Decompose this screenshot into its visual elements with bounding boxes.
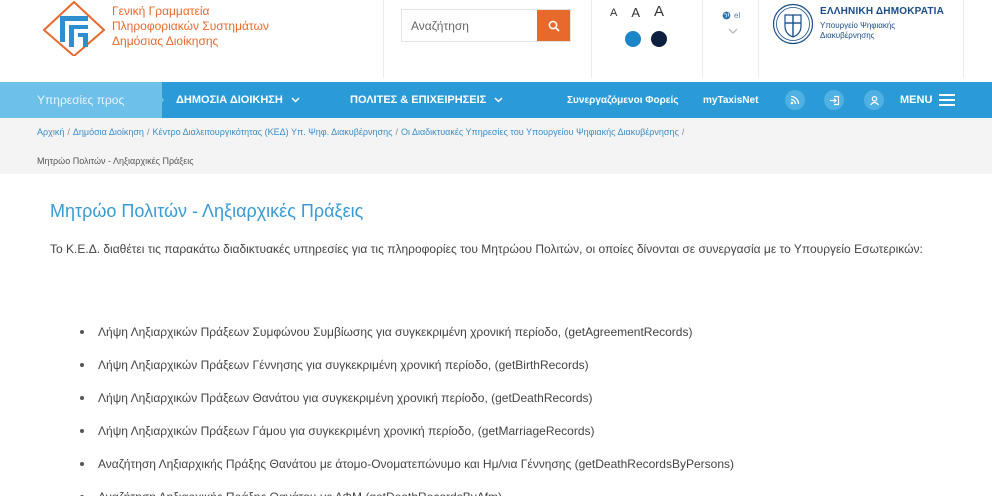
user-button[interactable] [864, 90, 884, 110]
contrast-high-button[interactable] [651, 31, 667, 47]
font-size-medium-button[interactable]: A [631, 6, 640, 19]
user-icon [869, 95, 879, 105]
list-item: Λήψη Ληξιαρχικών Πράξεων Γέννησης για συ… [80, 355, 734, 388]
search-box [401, 9, 571, 42]
gov-subtitle: Υπουργείο Ψηφιακής Διακυβέρνησης [820, 21, 895, 41]
nav-citizens-business[interactable]: ΠΟΛΙΤΕΣ & ΕΠΙΧΕΙΡΗΣΕΙΣ [350, 82, 503, 118]
menu-button[interactable]: MENU [900, 82, 956, 118]
hamburger-icon [939, 94, 956, 106]
gov-subtitle-line2: Διακυβέρνησης [820, 31, 875, 40]
list-item: Λήψη Ληξιαρχικών Πράξεων Θανάτου για συγ… [80, 388, 734, 421]
search-icon [548, 20, 560, 32]
rss-icon [790, 95, 800, 105]
gov-subtitle-line1: Υπουργείο Ψηφιακής [820, 21, 896, 30]
contrast-controls [625, 31, 667, 47]
search-button[interactable] [537, 10, 570, 41]
breadcrumb-ked[interactable]: Κέντρο Διαλειτουργικότητας (ΚΕΔ) Υπ. Ψηφ… [152, 127, 392, 137]
site-header: Γενική Γραμματεία Πληροφοριακών Συστημάτ… [0, 0, 992, 82]
breadcrumb-separator: / [395, 127, 398, 137]
nav-partners[interactable]: Συνεργαζόμενοι Φορείς [567, 82, 679, 118]
service-list: Λήψη Ληξιαρχικών Πράξεων Συμφώνου Συμβίω… [80, 322, 734, 496]
page-title: Μητρώο Πολιτών - Ληξιαρχικές Πράξεις [50, 201, 364, 221]
list-item: Αναζήτηση Ληξιαρχικής Πράξης Θανάτου με … [80, 454, 734, 487]
menu-label: MENU [900, 94, 933, 106]
main-nav: Υπηρεσίες προς ΔΗΜΟΣΙΑ ΔΙΟΙΚΗΣΗ ΠΟΛΙΤΕΣ … [0, 82, 992, 118]
login-button[interactable] [824, 90, 844, 110]
nav-citizens-business-label: ΠΟΛΙΤΕΣ & ΕΠΙΧΕΙΡΗΣΕΙΣ [350, 94, 487, 106]
font-size-controls: A A A [610, 4, 664, 19]
breadcrumb-home[interactable]: Αρχική [37, 127, 64, 137]
font-size-small-button[interactable]: A [610, 8, 617, 19]
language-code: el [734, 11, 741, 20]
breadcrumb-separator: / [146, 127, 150, 137]
org-name[interactable]: Γενική Γραμματεία Πληροφοριακών Συστημάτ… [112, 4, 269, 49]
chevron-down-icon [291, 97, 300, 103]
gspsdd-logo-icon[interactable] [42, 0, 106, 56]
nav-mytaxisnet[interactable]: myTaxisNet [703, 82, 758, 118]
contrast-normal-button[interactable] [625, 31, 641, 47]
chevron-down-icon [494, 97, 503, 103]
rss-button[interactable] [785, 90, 805, 110]
chevron-down-icon[interactable] [728, 28, 738, 34]
search-input[interactable] [402, 10, 539, 41]
org-name-line2: Πληροφοριακών Συστημάτων [112, 19, 269, 33]
greek-republic-emblem-icon[interactable] [772, 3, 814, 45]
nav-public-admin-label: ΔΗΜΟΣΙΑ ΔΙΟΙΚΗΣΗ [176, 94, 283, 106]
list-item: Αναζήτηση Ληξιαρχικής Πράξης Θανάτου με … [80, 487, 734, 496]
org-name-line1: Γενική Γραμματεία [112, 4, 210, 18]
breadcrumb-separator: / [681, 127, 685, 137]
nav-arrow-shape [150, 82, 164, 118]
breadcrumb: Αρχική / Δημόσια Διοίκηση / Κέντρο Διαλειτου… [37, 127, 687, 137]
breadcrumb-public-admin[interactable]: Δημόσια Διοίκηση [73, 127, 144, 137]
nav-services-for[interactable]: Υπηρεσίες προς [0, 82, 162, 118]
intro-paragraph: Το Κ.Ε.Δ. διαθέτει τις παρακάτω διαδικτυ… [50, 242, 923, 256]
gov-title: ΕΛΛΗΝΙΚΗ ΔΗΜΟΚΡΑΤΙΑ [820, 6, 945, 17]
header-divider [591, 0, 592, 78]
header-divider [702, 0, 703, 78]
nav-public-admin[interactable]: ΔΗΜΟΣΙΑ ΔΙΟΙΚΗΣΗ [176, 82, 300, 118]
language-selector[interactable]: el [722, 11, 740, 20]
list-item: Λήψη Ληξιαρχικών Πράξεων Γάμου για συγκε… [80, 421, 734, 454]
header-divider [383, 0, 384, 78]
org-name-line3: Δημόσιας Διοίκησης [112, 34, 219, 48]
login-icon [829, 95, 839, 105]
breadcrumb-separator: / [67, 127, 70, 137]
font-size-large-button[interactable]: A [654, 4, 664, 19]
header-divider [963, 0, 964, 78]
globe-icon [722, 11, 731, 20]
header-divider [758, 0, 759, 78]
breadcrumb-web-services[interactable]: Οι Διαδικτυακές Υπηρεσίες του Υπουργείου… [401, 127, 679, 137]
breadcrumb-current: Μητρώο Πολιτών - Ληξιαρχικές Πράξεις [37, 156, 194, 166]
list-item: Λήψη Ληξιαρχικών Πράξεων Συμφώνου Συμβίω… [80, 322, 734, 355]
